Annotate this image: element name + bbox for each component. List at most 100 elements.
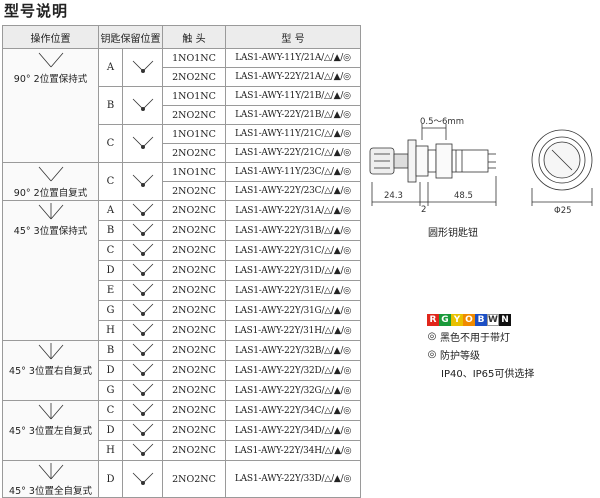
key-hold-cell <box>122 440 163 461</box>
model-cell: LAS1-AWY-22Y/21A/△/▲/◎ <box>225 67 361 87</box>
model-table: 操作位置 钥匙保留位置 触 头 型 号 90° 2位置保持式 A 1NO1NC LAS… <box>2 25 361 498</box>
table-row: 45° 3位置左自复式 C 2NO2NC LAS1-AWY-22Y/34C/△/▲/◎ <box>2 400 361 461</box>
operation-cell: 90° 2位置自复式 <box>2 162 99 201</box>
key-hold-cell <box>122 200 163 221</box>
model-cell: LAS1-AWY-22Y/31A/△/▲/◎ <box>225 200 361 221</box>
drawing-caption: 圆形钥匙钮 <box>428 228 478 239</box>
model-cell: LAS1-AWY-22Y/34D/△/▲/◎ <box>225 420 361 441</box>
position-cell: H <box>98 440 123 461</box>
operation-cell: 90° 2位置保持式 <box>2 48 99 163</box>
key-position-icon <box>132 263 153 276</box>
position-cell: B <box>98 220 123 241</box>
color-codes: RGYOBWN <box>427 314 534 326</box>
key-position-icon <box>132 98 153 111</box>
model-cell: LAS1-AWY-22Y/34C/△/▲/◎ <box>225 400 361 421</box>
model-cell: LAS1-AWY-22Y/31G/△/▲/◎ <box>225 300 361 321</box>
key-hold-cell <box>122 86 163 125</box>
table-row: 45° 3位置右自复式 B 2NO2NC LAS1-AWY-22Y/32B/△/▲/◎ <box>2 340 361 401</box>
three-position-diagram-icon <box>38 343 63 360</box>
contact-cell: 2NO2NC <box>162 105 226 125</box>
key-position-icon <box>132 423 153 436</box>
page-title: 型号说明 <box>4 2 69 20</box>
position-cell: D <box>98 260 123 281</box>
contact-cell: 2NO2NC <box>162 67 226 87</box>
legend: RGYOBWN ◎ 黑色不用于带灯 ◎ 防护等级 IP40、IP65可供选择 <box>427 314 534 380</box>
key-position-icon <box>132 60 153 73</box>
color-code-g: G <box>439 314 451 326</box>
operation-label: 90° 2位置保持式 <box>13 74 88 85</box>
two-position-diagram-icon <box>38 52 63 68</box>
key-hold-cell <box>122 162 163 201</box>
key-hold-cell <box>122 400 163 421</box>
table-row: 90° 2位置保持式 A 1NO1NC LAS1-AWY-11Y/21A/△/▲/◎ <box>2 48 361 163</box>
dim-right: 48.5 <box>454 191 473 201</box>
three-position-diagram-icon <box>38 463 63 480</box>
contact-cell: 1NO1NC <box>162 124 226 144</box>
note-symbol-icon: ◎ <box>427 331 437 342</box>
key-hold-cell <box>122 380 163 401</box>
position-cell: A <box>98 48 123 87</box>
color-code-w: W <box>487 314 499 326</box>
dim-mid: 2 <box>421 205 426 215</box>
operation-cell: 45° 3位置左自复式 <box>2 400 99 461</box>
key-hold-cell <box>122 420 163 441</box>
key-hold-cell <box>122 220 163 241</box>
model-cell: LAS1-AWY-22Y/23C/△/▲/◎ <box>225 181 361 201</box>
operation-cell: 45° 3位置右自复式 <box>2 340 99 401</box>
model-cell: LAS1-AWY-11Y/21B/△/▲/◎ <box>225 86 361 106</box>
header-contact: 触 头 <box>162 25 226 49</box>
contact-cell: 2NO2NC <box>162 400 226 421</box>
operation-label: 90° 2位置自复式 <box>13 188 88 199</box>
position-cell: H <box>98 320 123 341</box>
model-cell: LAS1-AWY-22Y/31B/△/▲/◎ <box>225 220 361 241</box>
operation-cell: 45° 3位置保持式 <box>2 200 99 341</box>
contact-cell: 2NO2NC <box>162 143 226 163</box>
contact-cell: 2NO2NC <box>162 300 226 321</box>
contact-cell: 1NO1NC <box>162 162 226 182</box>
operation-label: 45° 3位置全自复式 <box>9 486 92 497</box>
contact-cell: 2NO2NC <box>162 181 226 201</box>
model-cell: LAS1-AWY-22Y/32B/△/▲/◎ <box>225 340 361 361</box>
dim-left: 24.3 <box>384 191 403 201</box>
contact-cell: 2NO2NC <box>162 240 226 261</box>
position-cell: G <box>98 380 123 401</box>
operation-label: 45° 3位置左自复式 <box>9 426 92 437</box>
key-switch-drawing: 0.5～6mm 24.3 2 48.5 Φ25 <box>369 117 593 216</box>
key-hold-cell <box>122 260 163 281</box>
position-cell: C <box>98 162 123 201</box>
contact-cell: 2NO2NC <box>162 220 226 241</box>
key-hold-cell <box>122 280 163 301</box>
key-hold-cell <box>122 320 163 341</box>
model-cell: LAS1-AWY-22Y/32D/△/▲/◎ <box>225 360 361 381</box>
two-position-diagram-icon <box>38 166 63 182</box>
header-key-hold: 钥匙保留位置 <box>98 25 163 49</box>
position-cell: D <box>98 420 123 441</box>
note-ip: IP40、IP65可供选择 <box>441 369 535 380</box>
key-hold-cell <box>122 300 163 321</box>
note-symbol-icon: ◎ <box>427 349 437 360</box>
key-hold-cell <box>122 124 163 163</box>
position-cell: A <box>98 200 123 221</box>
key-hold-cell <box>122 48 163 87</box>
position-cell: D <box>98 360 123 381</box>
model-cell: LAS1-AWY-11Y/21A/△/▲/◎ <box>225 48 361 68</box>
key-position-icon <box>132 403 153 416</box>
color-code-y: Y <box>451 314 463 326</box>
contact-cell: 2NO2NC <box>162 280 226 301</box>
position-cell: B <box>98 86 123 125</box>
table-row: 90° 2位置自复式 C 1NO1NC LAS1-AWY-11Y/23C/△/▲/◎ <box>2 162 361 201</box>
three-position-diagram-icon <box>38 403 63 420</box>
color-code-r: R <box>427 314 439 326</box>
key-hold-cell <box>122 240 163 261</box>
contact-cell: 1NO1NC <box>162 86 226 106</box>
key-position-icon <box>132 223 153 236</box>
key-position-icon <box>132 472 153 485</box>
key-position-icon <box>132 174 153 187</box>
key-position-icon <box>132 323 153 336</box>
dim-top: 0.5～6mm <box>420 117 464 127</box>
position-cell: B <box>98 340 123 361</box>
color-code-n: N <box>499 314 511 326</box>
key-hold-cell <box>122 340 163 361</box>
front-view <box>531 129 593 206</box>
key-position-icon <box>132 363 153 376</box>
